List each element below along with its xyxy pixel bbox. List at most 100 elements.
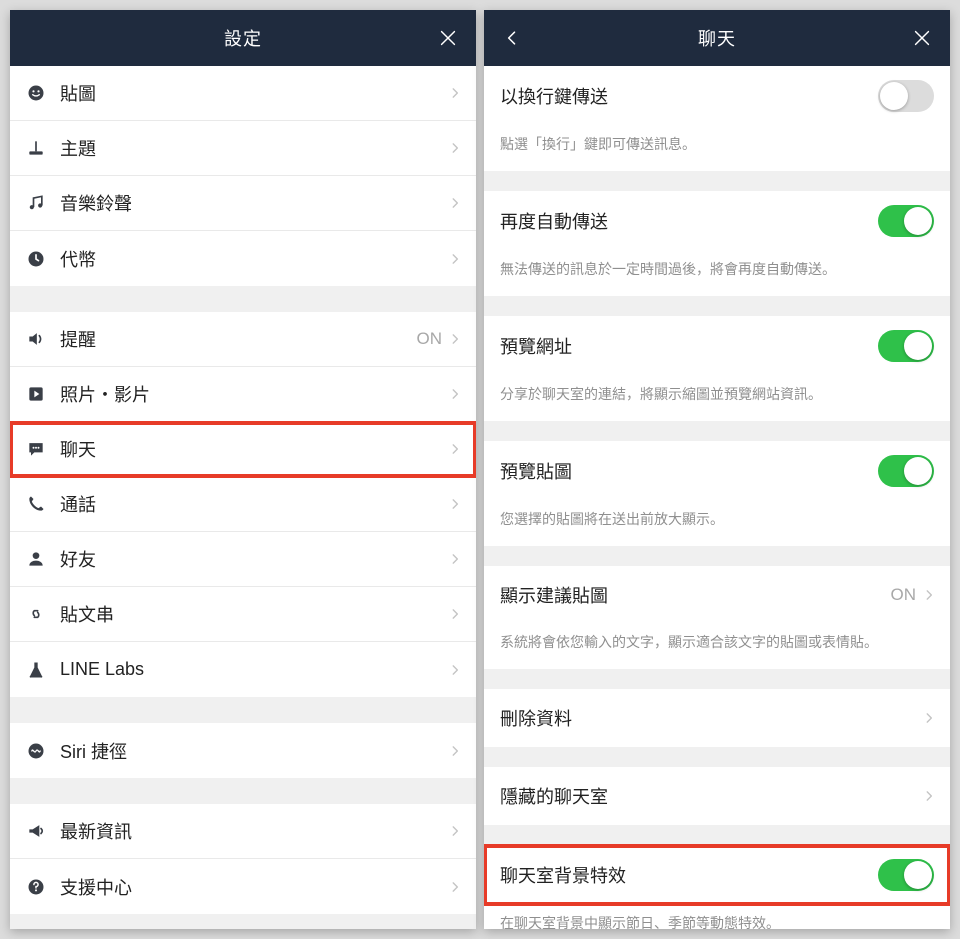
row-label: 照片・影片 bbox=[60, 381, 448, 407]
settings-row[interactable]: 音樂鈴聲 bbox=[10, 176, 476, 231]
settings-list: 貼圖主題音樂鈴聲代幣提醒ON 照片・影片聊天通話好友貼文串 LINE Labs Sir… bbox=[10, 66, 476, 929]
chevron-right-icon bbox=[922, 588, 936, 602]
chevron-right-icon bbox=[448, 387, 462, 401]
close-icon bbox=[437, 27, 459, 49]
row-label: 聊天 bbox=[60, 436, 448, 462]
person-icon bbox=[26, 549, 60, 569]
page-title: 設定 bbox=[224, 25, 262, 51]
toggle-switch[interactable] bbox=[878, 859, 934, 891]
page-title: 聊天 bbox=[698, 25, 736, 51]
setting-toggle-row: 預覽貼圖 bbox=[484, 441, 950, 501]
row-description: 您選擇的貼圖將在送出前放大顯示。 bbox=[484, 501, 950, 546]
row-label: 顯示建議貼圖 bbox=[500, 582, 891, 608]
chevron-right-icon bbox=[448, 252, 462, 266]
settings-row[interactable]: Siri 捷徑 bbox=[10, 723, 476, 778]
close-icon bbox=[911, 27, 933, 49]
row-value: ON bbox=[417, 329, 443, 349]
row-label: 預覽網址 bbox=[500, 333, 878, 359]
chevron-right-icon bbox=[922, 789, 936, 803]
row-label: 好友 bbox=[60, 546, 448, 572]
row-label: Siri 捷徑 bbox=[60, 738, 448, 764]
row-label: LINE Labs bbox=[60, 659, 448, 680]
clock-icon bbox=[26, 249, 60, 269]
brush-icon bbox=[26, 138, 60, 158]
chevron-right-icon bbox=[448, 332, 462, 346]
phone-icon bbox=[26, 494, 60, 514]
setting-nav-row[interactable]: 顯示建議貼圖ON bbox=[484, 566, 950, 624]
chevron-right-icon bbox=[922, 711, 936, 725]
toggle-switch[interactable] bbox=[878, 455, 934, 487]
music-icon bbox=[26, 193, 60, 213]
setting-toggle-row: 再度自動傳送 bbox=[484, 191, 950, 251]
navbar: 聊天 bbox=[484, 10, 950, 66]
settings-row[interactable]: 聊天 bbox=[10, 422, 476, 477]
chat-settings-list: 以換行鍵傳送點選「換行」鍵即可傳送訊息。再度自動傳送無法傳送的訊息於一定時間過後… bbox=[484, 66, 950, 929]
setting-nav-row[interactable]: 刪除資料 bbox=[484, 689, 950, 747]
question-icon bbox=[26, 877, 60, 897]
close-button[interactable] bbox=[894, 10, 950, 66]
row-label: 隱藏的聊天室 bbox=[500, 783, 922, 809]
chevron-right-icon bbox=[448, 824, 462, 838]
toggle-switch[interactable] bbox=[878, 205, 934, 237]
chevron-right-icon bbox=[448, 196, 462, 210]
row-label: 貼文串 bbox=[60, 601, 448, 627]
settings-row[interactable]: 照片・影片 bbox=[10, 367, 476, 422]
row-value: ON bbox=[891, 585, 917, 605]
setting-toggle-row: 聊天室背景特效 bbox=[484, 845, 950, 905]
chevron-right-icon bbox=[448, 552, 462, 566]
play-icon bbox=[26, 384, 60, 404]
chevron-right-icon bbox=[448, 497, 462, 511]
close-button[interactable] bbox=[420, 10, 476, 66]
chevron-right-icon bbox=[448, 663, 462, 677]
chat-settings-screen: 聊天 以換行鍵傳送點選「換行」鍵即可傳送訊息。再度自動傳送無法傳送的訊息於一定時… bbox=[484, 10, 950, 929]
chevron-right-icon bbox=[448, 880, 462, 894]
settings-screen: 設定 貼圖主題音樂鈴聲代幣提醒ON 照片・影片聊天通話好友貼文串 LINE Labs… bbox=[10, 10, 476, 929]
toggle-switch[interactable] bbox=[878, 80, 934, 112]
speaker-icon bbox=[26, 329, 60, 349]
row-description: 在聊天室背景中顯示節日、季節等動態特效。 bbox=[484, 905, 950, 929]
chat-icon bbox=[26, 439, 60, 459]
row-description: 點選「換行」鍵即可傳送訊息。 bbox=[484, 126, 950, 171]
row-label: 支援中心 bbox=[60, 874, 448, 900]
settings-row[interactable]: 通話 bbox=[10, 477, 476, 532]
row-label: 代幣 bbox=[60, 246, 448, 272]
settings-row[interactable]: 最新資訊 bbox=[10, 804, 476, 859]
chevron-right-icon bbox=[448, 442, 462, 456]
settings-row[interactable]: 支援中心 bbox=[10, 859, 476, 914]
siri-icon bbox=[26, 741, 60, 761]
chevron-right-icon bbox=[448, 607, 462, 621]
row-label: 聊天室背景特效 bbox=[500, 862, 878, 888]
toggle-switch[interactable] bbox=[878, 330, 934, 362]
setting-toggle-row: 以換行鍵傳送 bbox=[484, 66, 950, 126]
settings-row[interactable]: 代幣 bbox=[10, 231, 476, 286]
row-label: 以換行鍵傳送 bbox=[500, 83, 878, 109]
megaphone-icon bbox=[26, 821, 60, 841]
chevron-right-icon bbox=[448, 86, 462, 100]
back-button[interactable] bbox=[484, 10, 540, 66]
setting-toggle-row: 預覽網址 bbox=[484, 316, 950, 376]
row-label: 刪除資料 bbox=[500, 705, 922, 731]
row-description: 系統將會依您輸入的文字，顯示適合該文字的貼圖或表情貼。 bbox=[484, 624, 950, 669]
row-label: 通話 bbox=[60, 491, 448, 517]
settings-row[interactable]: 提醒ON bbox=[10, 312, 476, 367]
chevron-right-icon bbox=[448, 141, 462, 155]
setting-nav-row[interactable]: 隱藏的聊天室 bbox=[484, 767, 950, 825]
settings-row[interactable]: 主題 bbox=[10, 121, 476, 176]
row-label: 預覽貼圖 bbox=[500, 458, 878, 484]
link-icon bbox=[26, 604, 60, 624]
row-label: 主題 bbox=[60, 135, 448, 161]
chevron-right-icon bbox=[448, 744, 462, 758]
row-label: 提醒 bbox=[60, 326, 417, 352]
settings-row[interactable]: 好友 bbox=[10, 532, 476, 587]
smile-icon bbox=[26, 83, 60, 103]
settings-row[interactable]: 貼圖 bbox=[10, 66, 476, 121]
row-label: 再度自動傳送 bbox=[500, 208, 878, 234]
row-description: 分享於聊天室的連結，將顯示縮圖並預覽網站資訊。 bbox=[484, 376, 950, 421]
row-label: 最新資訊 bbox=[60, 818, 448, 844]
settings-row[interactable]: LINE Labs bbox=[10, 642, 476, 697]
row-label: 音樂鈴聲 bbox=[60, 190, 448, 216]
chevron-left-icon bbox=[502, 28, 522, 48]
flask-icon bbox=[26, 660, 60, 680]
row-label: 貼圖 bbox=[60, 80, 448, 106]
settings-row[interactable]: 貼文串 bbox=[10, 587, 476, 642]
